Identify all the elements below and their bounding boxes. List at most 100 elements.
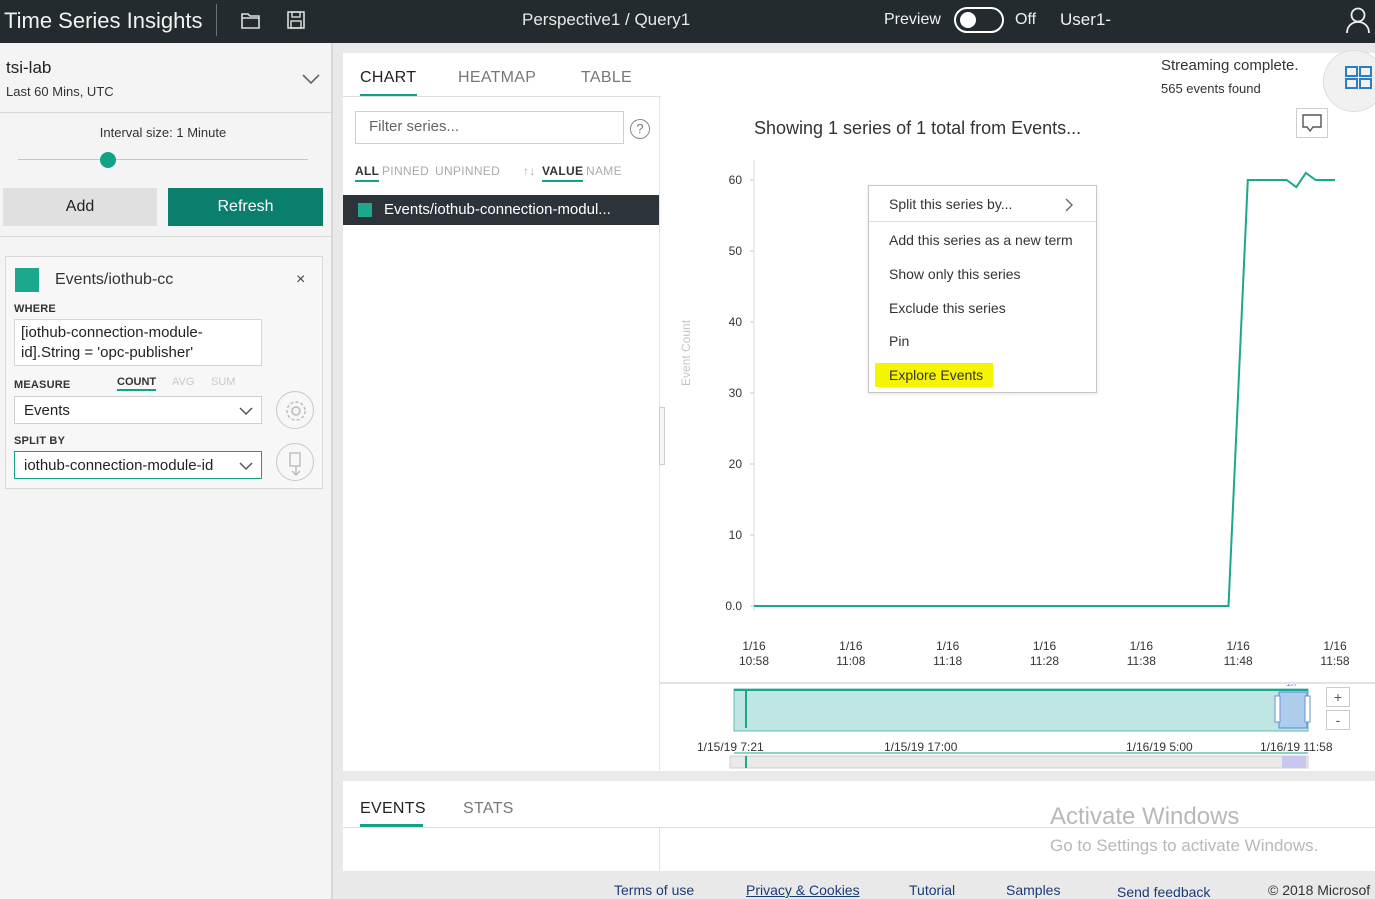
- grid-layout-icon: [1345, 66, 1372, 89]
- gear-icon: [286, 401, 306, 421]
- y-tick-label: 40: [729, 315, 743, 329]
- series-list-item[interactable]: Events/iothub-connection-modul...: [343, 195, 659, 225]
- measure-settings-button[interactable]: [276, 391, 314, 429]
- footer-link-tutorial[interactable]: Tutorial: [909, 882, 955, 898]
- comment-icon: [1302, 114, 1322, 133]
- layout-toggle-button[interactable]: [1323, 50, 1375, 112]
- tab-events[interactable]: EVENTS: [360, 800, 426, 818]
- brush-handle-left: [1274, 695, 1281, 723]
- refresh-button[interactable]: Refresh: [168, 188, 323, 226]
- x-tick-label: 1/16: [742, 639, 766, 653]
- footer-link-samples[interactable]: Samples: [1006, 882, 1060, 898]
- aggregation-count[interactable]: COUNT: [117, 376, 157, 391]
- x-tick-label: 1/16: [1226, 639, 1250, 653]
- menu-item-split-series[interactable]: Split this series by...: [889, 196, 1012, 212]
- menu-divider: [869, 221, 1096, 222]
- comment-button[interactable]: [1296, 108, 1328, 138]
- brush-scroll-window: [1282, 756, 1306, 768]
- preview-label: Preview: [884, 11, 941, 28]
- tab-heatmap[interactable]: HEATMAP: [458, 69, 536, 87]
- split-by-label: SPLIT BY: [14, 435, 66, 447]
- aggregation-avg[interactable]: AVG: [172, 376, 194, 388]
- measure-value: Events: [24, 402, 70, 419]
- activation-watermark-title: Activate Windows: [1050, 803, 1240, 830]
- filter-all[interactable]: ALL: [355, 164, 380, 182]
- y-tick-label: 20: [729, 457, 743, 471]
- query-panel: tsi-lab Last 60 Mins, UTC Interval size:…: [0, 43, 333, 899]
- close-icon[interactable]: ×: [296, 271, 305, 289]
- open-folder-icon[interactable]: [240, 9, 262, 31]
- interval-slider-track[interactable]: [18, 159, 308, 160]
- help-icon[interactable]: ?: [630, 119, 650, 139]
- sort-by-value[interactable]: VALUE: [542, 164, 584, 182]
- save-icon[interactable]: [285, 9, 307, 31]
- interval-slider-thumb[interactable]: [99, 152, 116, 168]
- zoom-out-button[interactable]: -: [1326, 710, 1350, 730]
- where-label: WHERE: [14, 303, 56, 315]
- where-predicate-input[interactable]: [iothub-connection-module- id].String = …: [14, 319, 262, 366]
- footer-copyright: © 2018 Microsof: [1268, 882, 1371, 898]
- brush-handle-right: [1304, 695, 1311, 723]
- y-tick-label: 50: [729, 244, 743, 258]
- measure-select[interactable]: Events: [14, 396, 262, 424]
- chart-title: Showing 1 series of 1 total from Events.…: [754, 118, 1082, 138]
- divider: [343, 96, 661, 97]
- y-tick-label: 10: [729, 528, 743, 542]
- x-tick-label: 1/16: [1323, 639, 1347, 653]
- x-tick-label: 1/16: [1033, 639, 1057, 653]
- footer-link-terms[interactable]: Terms of use: [614, 882, 694, 898]
- tab-stats[interactable]: STATS: [463, 800, 514, 818]
- brush-window-label: 1h: [1286, 684, 1296, 688]
- add-button[interactable]: Add: [3, 188, 157, 226]
- series-color-swatch[interactable]: [15, 268, 39, 292]
- split-by-options-button[interactable]: [276, 443, 314, 481]
- x-tick-label: 1/16: [1130, 639, 1154, 653]
- x-tick-label: 10:58: [739, 654, 769, 668]
- aggregation-sum[interactable]: SUM: [211, 376, 235, 388]
- menu-item-add-as-term[interactable]: Add this series as a new term: [889, 232, 1073, 248]
- x-tick-label: 11:08: [836, 654, 865, 668]
- filter-pinned[interactable]: PINNED: [382, 164, 429, 178]
- sort-icon[interactable]: ↑↓: [523, 164, 536, 178]
- interval-size-label: Interval size: 1 Minute: [99, 125, 227, 140]
- preview-toggle[interactable]: [954, 7, 1004, 33]
- y-tick-label: 0.0: [725, 599, 742, 613]
- menu-item-exclude[interactable]: Exclude this series: [889, 300, 1006, 316]
- split-filter-icon: [289, 452, 301, 476]
- x-tick-label: 1/16: [936, 639, 960, 653]
- activation-watermark-subtitle: Go to Settings to activate Windows.: [1050, 836, 1319, 855]
- divider: [0, 236, 333, 237]
- top-bar: Time Series Insights Perspective1 / Quer…: [0, 0, 1375, 43]
- x-tick-label: 1/16: [839, 639, 863, 653]
- time-brush[interactable]: 1h 1/15/19 7:21 1/15/19 17:00 1/16/19 5:…: [660, 684, 1375, 771]
- term-card: Events/iothub-cc × WHERE [iothub-connect…: [5, 256, 323, 489]
- filter-series-input[interactable]: Filter series...: [355, 111, 624, 144]
- environment-name[interactable]: tsi-lab: [6, 58, 51, 78]
- user-name[interactable]: User1-: [1060, 10, 1111, 30]
- sort-by-name[interactable]: NAME: [586, 164, 622, 178]
- menu-item-show-only[interactable]: Show only this series: [889, 266, 1021, 282]
- x-tick-label: 11:28: [1030, 654, 1059, 668]
- title-divider: [216, 4, 217, 36]
- term-name[interactable]: Events/iothub-cc: [55, 271, 173, 289]
- brush-time-label: 1/15/19 17:00: [884, 740, 958, 754]
- tab-table[interactable]: TABLE: [581, 69, 632, 87]
- user-icon[interactable]: [1345, 6, 1371, 34]
- zoom-in-button[interactable]: +: [1326, 687, 1350, 707]
- chevron-right-icon: [1065, 198, 1073, 212]
- brush-availability-area: [733, 688, 1309, 732]
- filter-unpinned[interactable]: UNPINNED: [435, 164, 500, 178]
- tab-chart[interactable]: CHART: [360, 69, 416, 87]
- breadcrumb[interactable]: Perspective1 / Query1: [522, 10, 690, 30]
- footer-link-privacy[interactable]: Privacy & Cookies: [746, 882, 860, 898]
- split-by-select[interactable]: iothub-connection-module-id: [14, 451, 262, 479]
- menu-item-pin[interactable]: Pin: [889, 333, 909, 349]
- brush-time-label: 1/16/19 11:58: [1260, 740, 1333, 754]
- brush-time-label: 1/15/19 7:21: [697, 740, 764, 754]
- split-by-value: iothub-connection-module-id: [24, 457, 214, 474]
- x-tick-label: 11:38: [1127, 654, 1156, 668]
- chevron-down-icon[interactable]: [302, 73, 320, 85]
- menu-item-explore-events[interactable]: Explore Events: [889, 367, 983, 383]
- environment-timespan[interactable]: Last 60 Mins, UTC: [6, 84, 114, 99]
- footer-link-feedback[interactable]: Send feedback: [1117, 884, 1210, 899]
